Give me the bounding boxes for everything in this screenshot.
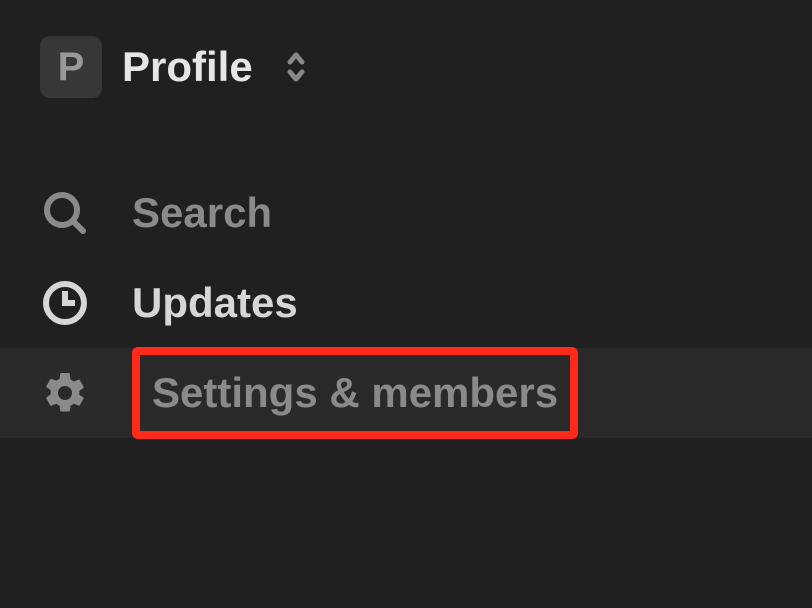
nav-label-settings: Settings & members	[152, 369, 558, 417]
chevron-up-down-icon	[281, 50, 311, 84]
nav-label-search: Search	[132, 189, 272, 237]
nav-item-search[interactable]: Search	[0, 168, 812, 258]
highlight-annotation: Settings & members	[132, 347, 578, 439]
gear-icon	[40, 368, 90, 418]
workspace-avatar-letter: P	[58, 45, 85, 90]
sidebar: P Profile Search	[0, 0, 812, 608]
workspace-name: Profile	[122, 43, 253, 91]
nav-item-updates[interactable]: Updates	[0, 258, 812, 348]
workspace-avatar: P	[40, 36, 102, 98]
nav-label-updates: Updates	[132, 279, 298, 327]
clock-icon	[40, 278, 90, 328]
nav-item-settings[interactable]: Settings & members	[0, 348, 812, 438]
search-icon	[40, 188, 90, 238]
workspace-switcher[interactable]: P Profile	[0, 28, 812, 106]
nav-list: Search Updates Settings & members	[0, 168, 812, 438]
